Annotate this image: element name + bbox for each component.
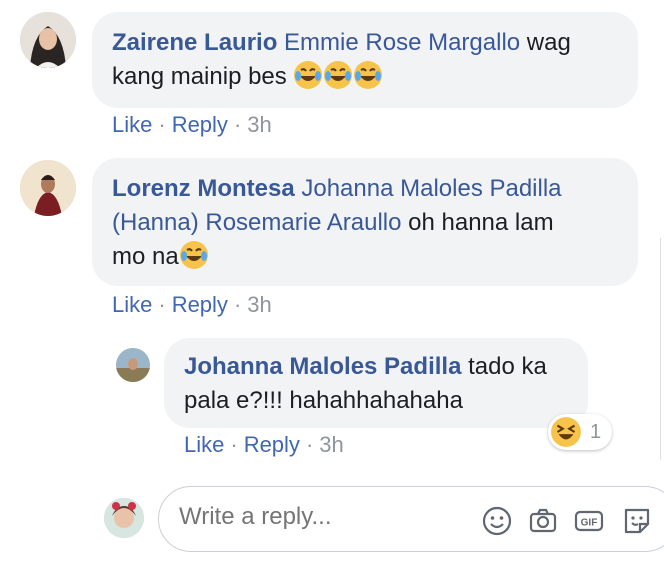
- like-link[interactable]: Like: [184, 432, 224, 457]
- comment-text: tado ka: [461, 353, 547, 380]
- reaction-count: 1: [590, 420, 602, 443]
- comment-author[interactable]: Zairene Laurio: [112, 29, 277, 56]
- avatar[interactable]: [20, 12, 76, 68]
- comment-bubble: Lorenz Montesa Johanna Maloles Padilla (…: [92, 158, 638, 286]
- comment-actions: Like · Reply · 3h: [112, 292, 272, 318]
- reply-actions: Like · Reply · 3h: [184, 432, 344, 458]
- reply-input[interactable]: [179, 503, 459, 531]
- comment-text: wag: [520, 29, 571, 56]
- laughing-crying-emoji-icon: [179, 241, 208, 269]
- sticker-icon[interactable]: [621, 505, 653, 537]
- like-link[interactable]: Like: [112, 112, 152, 137]
- reply-link[interactable]: Reply: [172, 292, 228, 317]
- avatar[interactable]: [116, 348, 150, 382]
- comment-text: oh hanna lam: [401, 209, 554, 236]
- thread-divider: [660, 238, 661, 460]
- laughing-squint-emoji-icon: [551, 417, 581, 447]
- mention-link[interactable]: (Hanna) Rosemarie Araullo: [112, 209, 401, 236]
- camera-icon[interactable]: [527, 505, 559, 537]
- comment-actions: Like · Reply · 3h: [112, 112, 272, 138]
- separator: ·: [230, 432, 238, 457]
- comment-text: kang mainip bes: [112, 63, 294, 90]
- reply-link[interactable]: Reply: [172, 112, 228, 137]
- timestamp[interactable]: 3h: [247, 292, 271, 317]
- reply-link[interactable]: Reply: [244, 432, 300, 457]
- mention-link[interactable]: Emmie Rose Margallo: [284, 29, 520, 56]
- current-user-avatar: [104, 498, 144, 538]
- avatar[interactable]: [20, 160, 76, 216]
- comment-author[interactable]: Johanna Maloles Padilla: [184, 353, 461, 380]
- svg-text:GIF: GIF: [581, 518, 598, 529]
- timestamp[interactable]: 3h: [319, 432, 343, 457]
- laughing-crying-emoji-icon: [354, 61, 383, 89]
- separator: ·: [305, 432, 314, 457]
- gif-icon[interactable]: GIF: [573, 505, 605, 537]
- comment-text: mo na: [112, 243, 179, 270]
- laughing-crying-emoji-icon: [324, 61, 353, 89]
- separator: ·: [233, 292, 242, 317]
- laughing-crying-emoji-icon: [294, 61, 323, 89]
- like-link[interactable]: Like: [112, 292, 152, 317]
- mention-link[interactable]: Johanna Maloles Padilla: [301, 175, 561, 202]
- comment-author[interactable]: Lorenz Montesa: [112, 175, 295, 202]
- comment-bubble: Zairene Laurio Emmie Rose Margallo wag k…: [92, 12, 638, 108]
- separator: ·: [233, 112, 242, 137]
- reaction-summary[interactable]: 1: [548, 414, 612, 450]
- comment-text: pala e?!!! hahahhahahaha: [184, 387, 463, 414]
- timestamp[interactable]: 3h: [247, 112, 271, 137]
- emoji-icon[interactable]: [481, 505, 513, 537]
- separator: ·: [158, 292, 166, 317]
- reply-composer[interactable]: GIF: [158, 486, 664, 552]
- reply-bubble: Johanna Maloles Padilla tado ka pala e?!…: [164, 338, 588, 428]
- separator: ·: [158, 112, 166, 137]
